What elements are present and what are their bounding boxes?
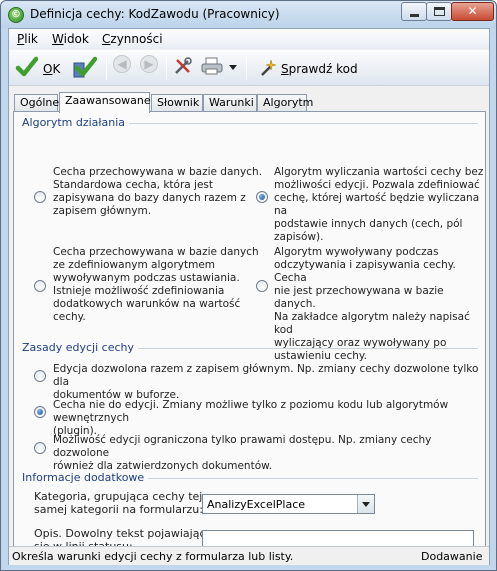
radio-algorithm-read-write[interactable]: [256, 280, 268, 292]
tab-slownik[interactable]: Słownik: [151, 94, 203, 112]
tab-panel-zaawansowane: Algorytm działania Cecha przechowywana w…: [13, 111, 486, 553]
title-bar[interactable]: © Definicja cechy: KodZawodu (Pracownicy…: [1, 1, 496, 28]
radio-editing-with-record[interactable]: [34, 370, 46, 382]
menu-czynnosci[interactable]: Czynności: [102, 32, 163, 46]
option-algorithm-computed: Algorytm wyliczania wartości cechy bez mo…: [274, 166, 484, 243]
radio-editing-readonly[interactable]: [34, 406, 46, 418]
option-algorithm-stored-with-algorithm: Cecha przechowywana w bazie danych ze zde…: [53, 246, 259, 323]
close-icon: ✕: [467, 4, 478, 18]
ok-check-icon: [15, 56, 39, 77]
forward-arrow-icon[interactable]: ▶: [140, 55, 158, 73]
category-combo-value: AnalizyExcelPlace: [207, 498, 306, 511]
group-title-additional: Informacje dodatkowe: [22, 471, 149, 484]
group-title-algorithm: Algorytm działania: [22, 116, 130, 129]
magic-wand-icon: [261, 59, 277, 76]
apply-check-icon: [73, 56, 97, 78]
back-arrow-icon[interactable]: ◀: [113, 55, 131, 73]
tab-algorytm[interactable]: Algorytm: [257, 94, 313, 112]
category-combo-button[interactable]: [357, 495, 374, 513]
minimize-icon: [410, 14, 419, 17]
toolbar-separator: [106, 56, 107, 80]
status-bar: Określa warunki edycji cechy z formularz…: [9, 546, 489, 565]
toolbar: OK ◀ ▶ Sprawdź kod: [9, 50, 489, 86]
dropdown-arrow-icon[interactable]: [229, 65, 237, 70]
option-editing-rights: Możliwość edycji ograniczona tylko prawa…: [53, 434, 432, 472]
maximize-button[interactable]: [426, 2, 452, 21]
tab-zaawansowane[interactable]: Zaawansowane: [59, 92, 151, 113]
category-label: Kategoria, grupująca cechy tej samej kate…: [34, 490, 203, 516]
menu-widok[interactable]: Widok: [52, 32, 89, 46]
menu-widok-label: idok: [63, 32, 89, 46]
radio-algorithm-stored[interactable]: [34, 191, 46, 203]
tools-icon[interactable]: [173, 56, 193, 76]
tab-ogolne[interactable]: Ogólne: [14, 94, 59, 112]
maximize-icon: [434, 7, 445, 16]
status-mode: Dodawanie: [421, 550, 483, 563]
radio-editing-rights[interactable]: [34, 442, 46, 454]
menu-czynnosci-label: zynności: [110, 32, 163, 46]
ok-button[interactable]: OK: [15, 54, 75, 82]
option-editing-with-record: Edycja dozwolona razem z zapisem głównym…: [53, 363, 479, 401]
check-code-button[interactable]: Sprawdź kod: [259, 54, 359, 82]
window-title: Definicja cechy: KodZawodu (Pracownicy): [30, 7, 280, 21]
radio-algorithm-stored-with-algorithm[interactable]: [34, 280, 46, 292]
option-algorithm-read-write: Algorytm wywoływany podczas odczytywania …: [274, 246, 470, 362]
apply-button[interactable]: [73, 54, 101, 82]
toolbar-separator: [246, 56, 247, 80]
tab-warunki[interactable]: Warunki: [203, 94, 257, 112]
toolbar-separator: [166, 56, 167, 80]
menu-bar: Plik Widok Czynności: [9, 29, 489, 49]
group-title-editing: Zasady edycji cechy: [22, 341, 138, 354]
radio-algorithm-computed[interactable]: [256, 191, 268, 203]
menu-widok-mnemonic: W: [52, 32, 64, 46]
main-window: © Definicja cechy: KodZawodu (Pracownicy…: [0, 0, 497, 571]
chevron-down-icon: [362, 502, 370, 507]
close-button[interactable]: ✕: [451, 2, 494, 21]
minimize-button[interactable]: [401, 2, 427, 21]
menu-plik[interactable]: Plik: [17, 32, 38, 46]
ok-label: OK: [43, 62, 61, 76]
menu-plik-label: lik: [24, 32, 38, 46]
check-code-label: Sprawdź kod: [281, 62, 358, 76]
category-combo[interactable]: AnalizyExcelPlace: [202, 494, 375, 514]
status-message: Określa warunki edycji cechy z formularz…: [12, 550, 294, 563]
app-icon[interactable]: ©: [8, 7, 24, 23]
option-editing-readonly: Cecha nie do edycji. Zmiany możliwe tylk…: [53, 399, 449, 437]
client-area: Plik Widok Czynności OK ◀ ▶ Sprawdź kod: [8, 28, 490, 565]
print-icon[interactable]: [201, 56, 223, 76]
option-algorithm-stored: Cecha przechowywana w bazie danych. Stand…: [53, 166, 263, 217]
